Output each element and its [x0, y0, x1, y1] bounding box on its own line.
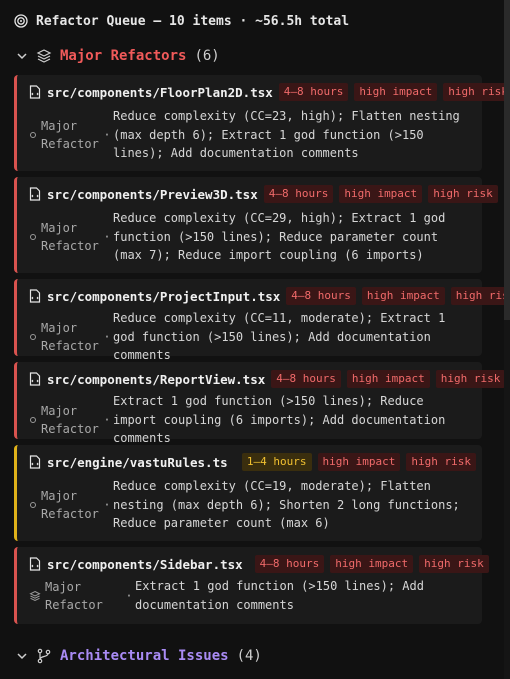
- file-code-icon: [29, 372, 41, 386]
- file-path[interactable]: src/components/Preview3D.tsx: [47, 187, 258, 202]
- layers-icon: [36, 48, 52, 64]
- file-code-icon: [29, 187, 41, 201]
- queue-header: Refactor Queue — 10 items · ~56.5h total: [14, 10, 349, 32]
- category-text: Major Refactor: [41, 488, 99, 521]
- category-text: Major Refactor: [41, 220, 99, 253]
- refactor-card[interactable]: src/components/FloorPlan2D.tsx 4–8 hours…: [14, 75, 510, 171]
- chevron-down-icon[interactable]: [16, 650, 28, 662]
- file-path[interactable]: src/components/ReportView.tsx: [47, 372, 265, 387]
- separator-dot: ·: [125, 588, 133, 603]
- category-label: Major Refactor: [29, 487, 101, 523]
- risk-badge: high risk: [419, 555, 489, 573]
- section-title: Major Refactors: [60, 48, 187, 64]
- risk-badge: high risk: [428, 185, 498, 203]
- file-code-icon: [29, 557, 41, 571]
- time-badge: 4–8 hours: [286, 287, 356, 305]
- separator-dot: ·: [103, 412, 111, 427]
- impact-badge: high impact: [346, 370, 430, 388]
- risk-badge: high risk: [435, 370, 506, 388]
- refactor-description: Reduce complexity (CC=11, moderate); Ext…: [113, 311, 446, 362]
- chevron-down-icon[interactable]: [16, 50, 28, 62]
- small-circle-icon: [29, 501, 37, 509]
- small-circle-icon: [29, 233, 37, 241]
- refactor-description: Extract 1 god function (>150 lines); Red…: [113, 394, 446, 445]
- impact-badge: high impact: [354, 83, 438, 101]
- separator-dot: ·: [103, 497, 111, 512]
- time-badge: 4–8 hours: [278, 83, 349, 101]
- refactor-card[interactable]: src/components/ReportView.tsx 4–8 hours …: [14, 362, 506, 445]
- scrollbar-thumb[interactable]: [504, 0, 510, 320]
- small-circle-icon: [29, 333, 37, 341]
- section-count: (4): [236, 648, 262, 664]
- refactor-card[interactable]: src/engine/vastuRules.ts 1–4 hours high …: [14, 445, 482, 541]
- time-badge: 4–8 hours: [263, 185, 334, 203]
- file-code-icon: [29, 85, 41, 99]
- layers-icon: [29, 590, 41, 602]
- category-label: Major Refactor: [29, 219, 101, 255]
- refactor-description: Reduce complexity (CC=23, high); Flatten…: [113, 109, 460, 160]
- category-label: Major Refactor: [29, 319, 101, 355]
- risk-badge: high risk: [443, 83, 510, 101]
- queue-title: Refactor Queue — 10 items · ~56.5h total: [36, 13, 350, 29]
- risk-badge: high risk: [450, 287, 510, 305]
- impact-badge: high impact: [361, 287, 445, 305]
- section-count: (6): [194, 48, 220, 64]
- git-branch-icon: [36, 648, 52, 664]
- refactor-description: Reduce complexity (CC=29, high); Extract…: [113, 211, 446, 262]
- file-path[interactable]: src/components/Sidebar.tsx: [47, 557, 243, 572]
- refactor-card[interactable]: src/components/Sidebar.tsx 4–8 hours hig…: [14, 547, 489, 624]
- time-badge: 4–8 hours: [254, 555, 325, 573]
- small-circle-icon: [29, 131, 37, 139]
- category-label: Major Refactor: [29, 402, 101, 438]
- category-text: Major Refactor: [41, 118, 99, 151]
- refactor-description: Extract 1 god function (>150 lines); Add…: [135, 579, 424, 612]
- file-path[interactable]: src/components/ProjectInput.tsx: [47, 289, 280, 304]
- refactor-card[interactable]: src/components/Preview3D.tsx 4–8 hours h…: [14, 177, 498, 273]
- section-title: Architectural Issues: [60, 648, 229, 664]
- impact-badge: high impact: [339, 185, 423, 203]
- target-icon: [14, 14, 28, 28]
- refactor-queue-panel: Refactor Queue — 10 items · ~56.5h total…: [0, 0, 510, 679]
- category-label: Major Refactor: [29, 578, 123, 614]
- separator-dot: ·: [103, 329, 111, 344]
- scrollbar-track[interactable]: [504, 0, 510, 679]
- small-circle-icon: [29, 416, 37, 424]
- section-architectural-issues[interactable]: Architectural Issues (4): [16, 645, 262, 667]
- section-major-refactors[interactable]: Major Refactors (6): [16, 45, 220, 67]
- separator-dot: ·: [103, 127, 111, 142]
- category-text: Major Refactor: [45, 579, 103, 612]
- file-path[interactable]: src/engine/vastuRules.ts: [47, 455, 228, 470]
- time-badge: 4–8 hours: [271, 370, 341, 388]
- separator-dot: ·: [103, 229, 111, 244]
- impact-badge: high impact: [317, 453, 401, 471]
- refactor-card[interactable]: src/components/ProjectInput.tsx 4–8 hour…: [14, 279, 510, 362]
- impact-badge: high impact: [330, 555, 414, 573]
- risk-badge: high risk: [406, 453, 476, 471]
- refactor-description: Reduce complexity (CC=19, moderate); Fla…: [113, 479, 460, 530]
- time-badge: 1–4 hours: [241, 453, 312, 471]
- category-label: Major Refactor: [29, 117, 101, 153]
- category-text: Major Refactor: [41, 403, 99, 436]
- category-text: Major Refactor: [41, 320, 99, 353]
- file-path[interactable]: src/components/FloorPlan2D.tsx: [47, 85, 273, 100]
- file-code-icon: [29, 455, 41, 469]
- file-code-icon: [29, 289, 41, 303]
